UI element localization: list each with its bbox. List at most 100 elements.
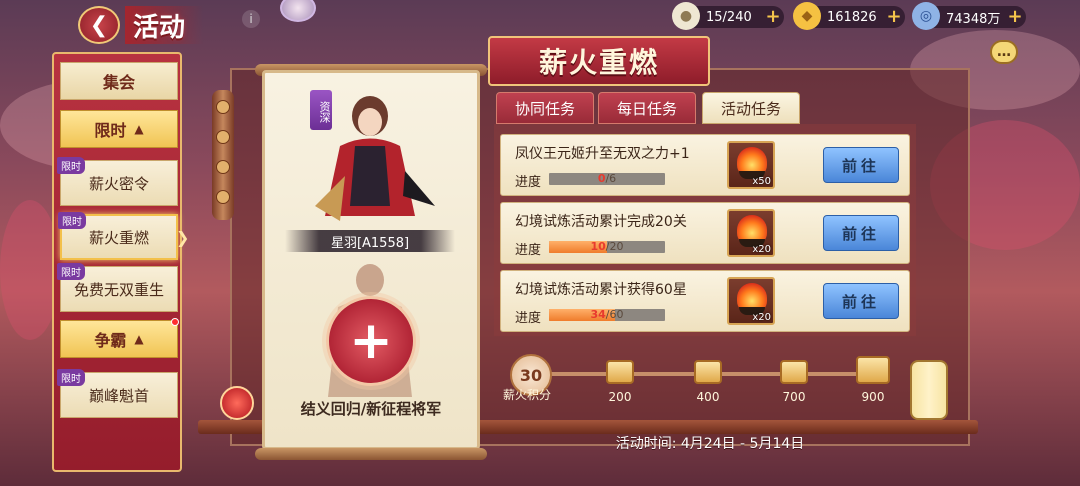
bun-icon: ●	[672, 2, 700, 30]
sidebar-group-limited[interactable]: 限时 ▲	[60, 110, 178, 148]
notification-dot	[171, 318, 179, 326]
resource-value: 15/240	[706, 9, 752, 25]
character-rank-tag: 资深	[310, 90, 332, 130]
go-button[interactable]: 前往	[823, 147, 899, 183]
reward-quantity: x50	[752, 176, 771, 187]
mascot-icon[interactable]	[220, 386, 254, 420]
page-title: 活动	[125, 6, 204, 44]
progress-text: 10/20	[549, 241, 665, 253]
tab-activity-tasks[interactable]: 活动任务	[702, 92, 800, 124]
task-row: 凤仪王元姬升至无双之力+1 进度 0/6 x50 前往	[500, 134, 910, 196]
progress-bar: 34/60	[549, 309, 665, 321]
task-row: 幻境试炼活动累计完成20关 进度 10/20 x20 前往	[500, 202, 910, 264]
scroll-rod	[212, 90, 234, 220]
progress-current: 34	[590, 309, 606, 321]
add-partner-button[interactable]: +	[326, 296, 416, 386]
add-icon[interactable]: +	[1006, 8, 1024, 26]
tab-label: 协同任务	[514, 99, 575, 118]
tab-label: 活动任务	[720, 99, 781, 118]
tab-daily-tasks[interactable]: 每日任务	[598, 92, 696, 124]
progress-total: /60	[605, 309, 624, 321]
sidebar-group-label: 争霸	[94, 331, 127, 350]
rod-coin	[216, 130, 230, 144]
back-arrow-icon: ❮	[89, 12, 109, 38]
add-icon[interactable]: +	[764, 8, 782, 26]
limited-tag: 限时	[57, 263, 85, 280]
sidebar-item-xinhuo-chongran[interactable]: 限时 薪火重燃	[58, 212, 178, 260]
sidebar-item-label: 巅峰魁首	[88, 386, 149, 405]
lantern-decoration	[910, 360, 948, 420]
progress-text: 34/60	[549, 309, 665, 321]
milestone-label: 900	[861, 390, 885, 404]
progress-bar: 10/20	[549, 241, 665, 253]
scroll-roller-bottom	[255, 448, 487, 460]
tab-label: 每日任务	[616, 99, 677, 118]
resource-stamina: ● 15/240 +	[672, 2, 784, 30]
resource-silver: ◎ 74348万 +	[912, 2, 1026, 30]
milestone-label: 400	[696, 390, 720, 404]
task-title: 幻境试炼活动累计完成20关	[515, 214, 687, 230]
progress-label: 进度	[515, 175, 542, 190]
chest-icon[interactable]	[780, 360, 808, 384]
sidebar-group-label: 限时	[94, 121, 127, 140]
silver-coin-icon: ◎	[912, 2, 940, 30]
resource-value: 74348万	[946, 11, 1001, 27]
progress-bar: 0/6	[549, 173, 665, 185]
rod-coin	[216, 160, 230, 174]
go-button[interactable]: 前往	[823, 283, 899, 319]
chest-icon[interactable]	[694, 360, 722, 384]
sidebar-item-xinhuo-miling[interactable]: 限时 薪火密令	[57, 157, 178, 206]
player-avatar[interactable]	[280, 0, 316, 22]
sidebar-item-peak-champion[interactable]: 限时 巅峰魁首	[57, 369, 178, 418]
caret-up-icon: ▲	[134, 332, 144, 346]
milestone-label: 700	[782, 390, 806, 404]
chevron-right-icon: ❯	[176, 228, 190, 247]
limited-tag: 限时	[57, 369, 85, 386]
progress-label: 进度	[515, 311, 542, 326]
reward-quantity: x20	[752, 244, 771, 255]
chest-icon[interactable]	[606, 360, 634, 384]
task-row: 幻境试炼活动累计获得60星 进度 34/60 x20 前往	[500, 270, 910, 332]
tab-cooperative-tasks[interactable]: 协同任务	[496, 92, 594, 124]
reward-quantity: x20	[752, 312, 771, 323]
sidebar: 集会 限时 ▲ 限时 薪火密令 限时 薪火重燃 限时 免费无双重生 争霸 ▲ 限…	[52, 52, 182, 472]
activity-time: 活动时间: 4月24日 - 5月14日	[615, 436, 805, 452]
sidebar-item-label: 集会	[102, 73, 135, 92]
task-title: 幻境试炼活动累计获得60星	[515, 282, 687, 298]
back-button[interactable]: ❮	[78, 6, 120, 44]
score-label: 薪火积分	[503, 388, 552, 402]
progress-total: /6	[605, 173, 617, 185]
character-name: 星羽[A1558]	[285, 230, 455, 252]
chat-icon[interactable]: …	[990, 40, 1018, 64]
big-chest-icon[interactable]	[856, 356, 890, 384]
add-icon[interactable]: +	[885, 8, 903, 26]
task-title: 凤仪王元姬升至无双之力+1	[515, 146, 690, 162]
resource-gold: ◆ 161826 +	[793, 2, 905, 30]
sidebar-item-label: 薪火密令	[88, 174, 149, 193]
progress-total: /20	[605, 241, 624, 253]
sidebar-item-label: 免费无双重生	[73, 280, 164, 299]
sidebar-item-gathering[interactable]: 集会	[60, 62, 178, 100]
progress-text: 0/6	[549, 173, 665, 185]
sidebar-item-free-rebirth[interactable]: 限时 免费无双重生	[57, 263, 178, 312]
limited-tag: 限时	[58, 212, 86, 229]
limited-tag: 限时	[57, 157, 85, 174]
resource-value: 161826	[827, 9, 877, 25]
go-button[interactable]: 前往	[823, 215, 899, 251]
sidebar-item-label: 薪火重燃	[88, 228, 149, 247]
progress-current: 10	[590, 241, 606, 253]
recruit-text: 结义回归/新征程将军	[300, 400, 442, 418]
milestone-label: 200	[608, 390, 632, 404]
background-blossom	[0, 200, 60, 340]
reward-item[interactable]: x20	[727, 277, 775, 325]
info-icon[interactable]: i	[242, 10, 260, 28]
activity-banner-title: 薪火重燃	[488, 36, 710, 86]
gold-ingot-icon: ◆	[793, 2, 821, 30]
reward-item[interactable]: x20	[727, 209, 775, 257]
progress-label: 进度	[515, 243, 542, 258]
reward-item[interactable]: x50	[727, 141, 775, 189]
sidebar-group-contest[interactable]: 争霸 ▲	[60, 318, 179, 358]
rod-coin	[216, 100, 230, 114]
rod-coin	[216, 190, 230, 204]
plus-icon: +	[349, 311, 393, 371]
